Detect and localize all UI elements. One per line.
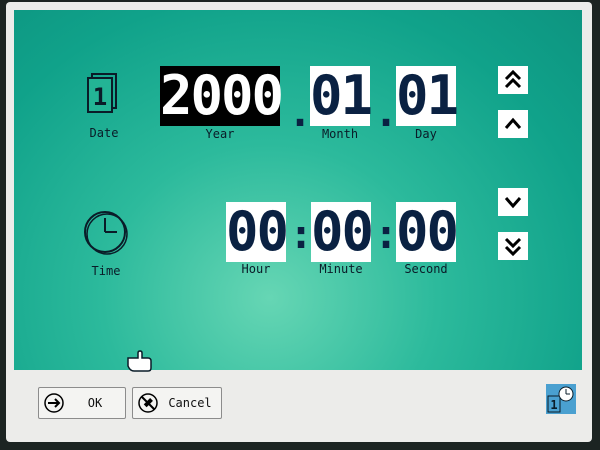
cancel-label: Cancel xyxy=(168,396,212,410)
minute-field[interactable]: 00 xyxy=(311,202,374,262)
second-field[interactable]: 00 xyxy=(396,202,459,262)
time-separator-2: : xyxy=(374,212,399,258)
day-caption: Day xyxy=(415,127,437,141)
time-label: Time xyxy=(91,264,121,278)
up-button[interactable] xyxy=(498,110,528,138)
double-up-icon xyxy=(504,70,522,89)
date-time-dialog: 1 Date 2000 Year . 01 Month . 01 Day Tim… xyxy=(6,2,592,442)
calendar-icon: 1 xyxy=(87,73,117,113)
date-time-app-icon: 1 xyxy=(546,384,576,414)
month-caption: Month xyxy=(321,127,359,141)
cancel-button[interactable]: Cancel xyxy=(132,387,222,419)
ok-button[interactable]: OK xyxy=(38,387,126,419)
month-field[interactable]: 01 xyxy=(310,66,373,126)
year-caption: Year xyxy=(205,127,235,141)
down-button[interactable] xyxy=(498,188,528,216)
ok-label: OK xyxy=(87,396,103,410)
minute-caption: Minute xyxy=(319,262,363,276)
clock-icon xyxy=(84,211,128,255)
second-caption: Second xyxy=(404,262,448,276)
down-icon xyxy=(504,197,522,209)
main-panel: 1 Date 2000 Year . 01 Month . 01 Day Tim… xyxy=(14,10,582,372)
hour-caption: Hour xyxy=(241,262,271,276)
double-up-button[interactable] xyxy=(498,66,528,94)
time-separator-1: : xyxy=(289,212,314,258)
hour-field[interactable]: 00 xyxy=(226,202,289,262)
double-down-icon xyxy=(504,237,522,256)
up-icon xyxy=(504,117,522,129)
day-field[interactable]: 01 xyxy=(396,66,459,126)
hand-cursor-icon xyxy=(127,350,152,372)
app-icon-digit: 1 xyxy=(550,398,557,412)
calendar-icon-digit: 1 xyxy=(93,83,107,111)
year-field[interactable]: 2000 xyxy=(160,66,284,126)
double-down-button[interactable] xyxy=(498,232,528,260)
cancel-icon xyxy=(138,393,158,413)
date-label: Date xyxy=(89,126,119,140)
arrow-right-icon xyxy=(44,393,64,413)
